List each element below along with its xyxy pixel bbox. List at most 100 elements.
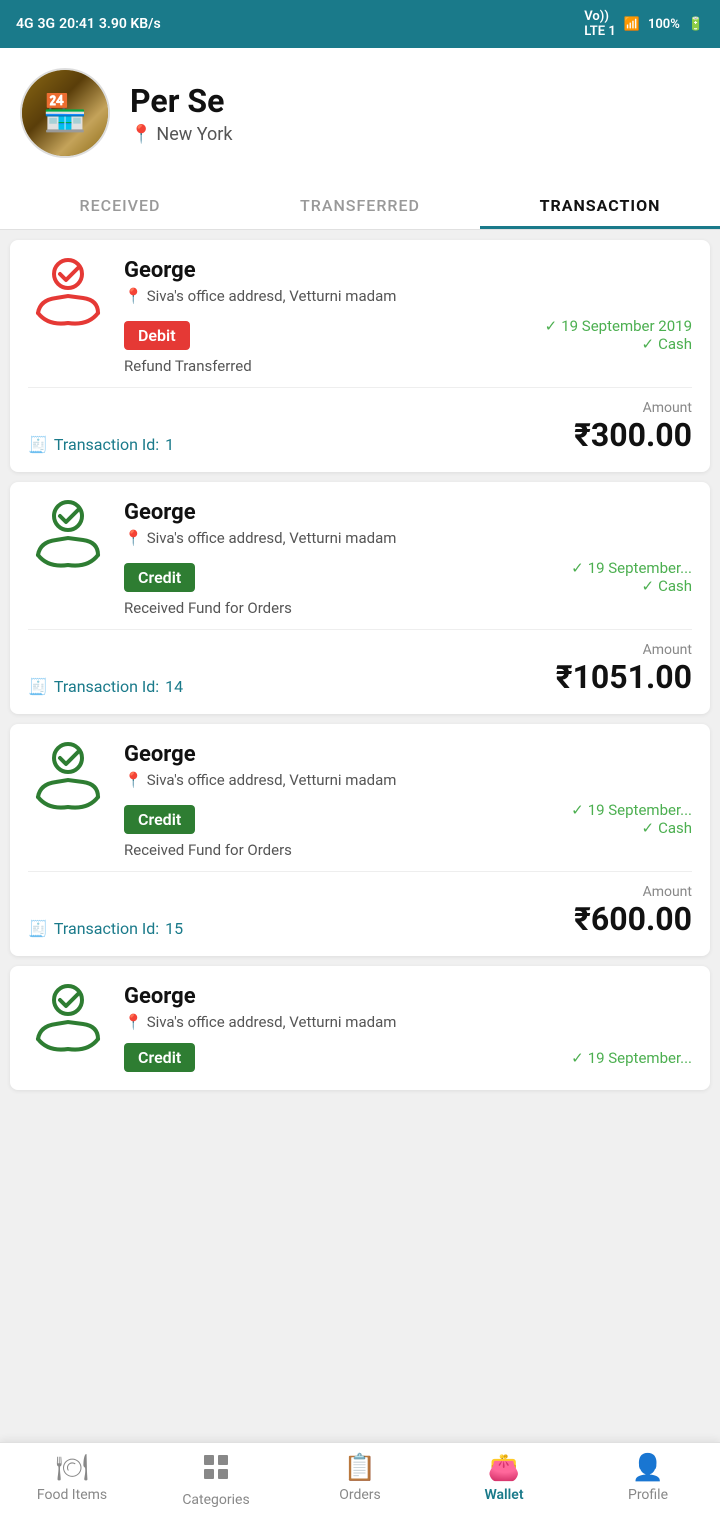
- nav-item-profile[interactable]: 👤 Profile: [576, 1453, 720, 1508]
- tab-transaction[interactable]: TRANSACTION: [480, 178, 720, 229]
- nav-item-categories[interactable]: Categories: [144, 1453, 288, 1508]
- credit-badge: Credit: [124, 805, 195, 834]
- header-info: Per Se 📍 New York: [130, 82, 700, 145]
- date: ✓ 19 September...: [571, 801, 692, 819]
- nav-label-food-items: Food Items: [37, 1487, 107, 1503]
- transaction-icon-debit: [28, 258, 108, 328]
- network-type: 4G: [16, 16, 34, 32]
- tab-transferred[interactable]: TRANSFERRED: [240, 178, 480, 229]
- address: 📍 Siva's office addresd, Vetturni madam: [124, 1013, 692, 1031]
- location-text: New York: [156, 124, 232, 145]
- transaction-card: George 📍 Siva's office addresd, Vetturni…: [10, 724, 710, 956]
- nav-label-profile: Profile: [628, 1487, 668, 1503]
- card-meta: Credit ✓ 19 September... ✓ Cash: [124, 559, 692, 595]
- amount-block: Amount ₹1051.00: [556, 642, 692, 696]
- date: ✓ 19 September...: [571, 1049, 692, 1067]
- card-meta: Credit ✓ 19 September... ✓ Cash: [124, 801, 692, 837]
- date: ✓ 19 September 2019: [545, 317, 692, 335]
- address: 📍 Siva's office addresd, Vetturni madam: [124, 287, 692, 305]
- speed: 3.90 KB/s: [99, 16, 161, 32]
- card-meta: Credit ✓ 19 September...: [124, 1043, 692, 1072]
- receipt-icon: 🧾: [28, 435, 48, 454]
- battery-indicator: 100%: [648, 17, 680, 32]
- transaction-icon-credit: [28, 500, 108, 570]
- card-info: George 📍 Siva's office addresd, Vetturni…: [124, 258, 692, 375]
- restaurant-header: Per Se 📍 New York: [0, 48, 720, 178]
- nav-item-wallet[interactable]: 👛 Wallet: [432, 1453, 576, 1508]
- card-bottom: 🧾 Transaction Id: 15 Amount ₹600.00: [28, 884, 692, 938]
- amount-value: ₹300.00: [574, 416, 692, 454]
- lte-indicator: Vo))LTE 1: [584, 9, 616, 39]
- network-type2: 3G: [38, 16, 56, 32]
- transaction-card-partial: George 📍 Siva's office addresd, Vetturni…: [10, 966, 710, 1090]
- time: 20:41: [59, 16, 95, 32]
- card-info: George 📍 Siva's office addresd, Vetturni…: [124, 742, 692, 859]
- person-name: George: [124, 984, 692, 1009]
- wifi-icon: 📶: [624, 17, 640, 32]
- address: 📍 Siva's office addresd, Vetturni madam: [124, 771, 692, 789]
- address-pin-icon: 📍: [124, 529, 143, 547]
- card-top: George 📍 Siva's office addresd, Vetturni…: [28, 258, 692, 375]
- location-pin-icon: 📍: [130, 124, 152, 145]
- date-cash: ✓ 19 September... ✓ Cash: [571, 559, 692, 595]
- categories-icon: [202, 1453, 230, 1488]
- orders-icon: 📋: [344, 1453, 376, 1483]
- wallet-icon: 👛: [488, 1453, 520, 1483]
- transaction-description: Received Fund for Orders: [124, 841, 692, 859]
- payment-mode: ✓ Cash: [545, 335, 692, 353]
- card-top: George 📍 Siva's office addresd, Vetturni…: [28, 984, 692, 1072]
- status-right: Vo))LTE 1 📶 100% 🔋: [584, 9, 704, 39]
- transaction-list: George 📍 Siva's office addresd, Vetturni…: [0, 230, 720, 1100]
- transaction-icon-credit: [28, 984, 108, 1054]
- profile-icon: 👤: [632, 1453, 664, 1483]
- credit-badge: Credit: [124, 563, 195, 592]
- person-name: George: [124, 258, 692, 283]
- address-pin-icon: 📍: [124, 287, 143, 305]
- card-info: George 📍 Siva's office addresd, Vetturni…: [124, 984, 692, 1072]
- address-pin-icon: 📍: [124, 1013, 143, 1031]
- payment-mode: ✓ Cash: [571, 577, 692, 595]
- amount-value: ₹600.00: [574, 900, 692, 938]
- tab-received[interactable]: RECEIVED: [0, 178, 240, 229]
- tabs-container: RECEIVED TRANSFERRED TRANSACTION: [0, 178, 720, 230]
- card-top: George 📍 Siva's office addresd, Vetturni…: [28, 500, 692, 617]
- card-bottom: 🧾 Transaction Id: 1 Amount ₹300.00: [28, 400, 692, 454]
- avatar: [20, 68, 110, 158]
- restaurant-name: Per Se: [130, 82, 700, 120]
- status-left: 4G 3G 20:41 3.90 KB/s: [16, 16, 161, 32]
- transaction-id: 🧾 Transaction Id: 1: [28, 435, 174, 454]
- transaction-card: George 📍 Siva's office addresd, Vetturni…: [10, 240, 710, 472]
- bottom-nav: 🍽 Food Items Categories 📋 Orders 👛 Walle…: [0, 1442, 720, 1520]
- person-name: George: [124, 500, 692, 525]
- address-pin-icon: 📍: [124, 771, 143, 789]
- status-bar: 4G 3G 20:41 3.90 KB/s Vo))LTE 1 📶 100% 🔋: [0, 0, 720, 48]
- amount-block: Amount ₹300.00: [574, 400, 692, 454]
- nav-item-orders[interactable]: 📋 Orders: [288, 1453, 432, 1508]
- payment-mode: ✓ Cash: [571, 819, 692, 837]
- transaction-card: George 📍 Siva's office addresd, Vetturni…: [10, 482, 710, 714]
- card-divider: [28, 387, 692, 388]
- date-cash: ✓ 19 September 2019 ✓ Cash: [545, 317, 692, 353]
- transaction-icon-credit: [28, 742, 108, 812]
- amount-label: Amount: [574, 400, 692, 416]
- nav-item-food-items[interactable]: 🍽 Food Items: [0, 1453, 144, 1508]
- amount-label: Amount: [556, 642, 692, 658]
- card-divider: [28, 629, 692, 630]
- card-bottom: 🧾 Transaction Id: 14 Amount ₹1051.00: [28, 642, 692, 696]
- nav-label-orders: Orders: [339, 1487, 381, 1503]
- date: ✓ 19 September...: [571, 559, 692, 577]
- card-top: George 📍 Siva's office addresd, Vetturni…: [28, 742, 692, 859]
- receipt-icon: 🧾: [28, 919, 48, 938]
- amount-block: Amount ₹600.00: [574, 884, 692, 938]
- location: 📍 New York: [130, 124, 700, 145]
- receipt-icon: 🧾: [28, 677, 48, 696]
- battery-icon: 🔋: [688, 17, 704, 32]
- credit-badge: Credit: [124, 1043, 195, 1072]
- transaction-id: 🧾 Transaction Id: 15: [28, 919, 183, 938]
- amount-label: Amount: [574, 884, 692, 900]
- nav-label-wallet: Wallet: [484, 1487, 523, 1503]
- avatar-image: [22, 70, 108, 156]
- debit-badge: Debit: [124, 321, 190, 350]
- transaction-description: Received Fund for Orders: [124, 599, 692, 617]
- card-meta: Debit ✓ 19 September 2019 ✓ Cash: [124, 317, 692, 353]
